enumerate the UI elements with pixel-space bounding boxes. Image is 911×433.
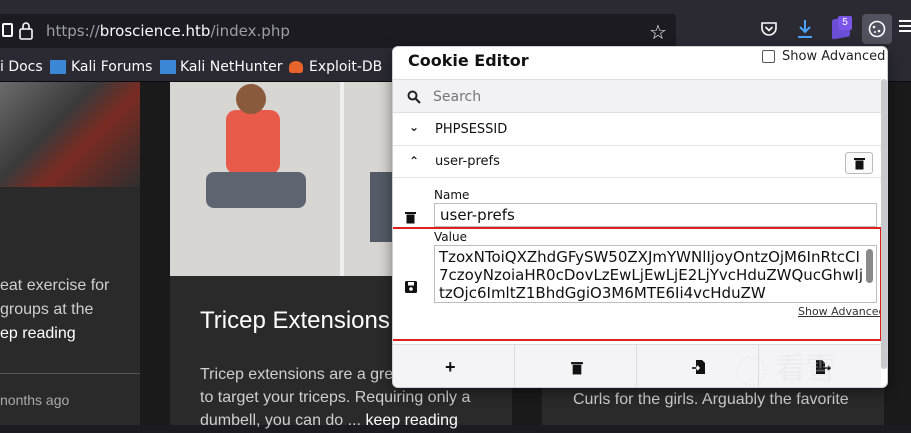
cookie-name: user-prefs [435,154,500,169]
card-line-2: to target your triceps. Requiring only a [200,389,471,406]
keep-reading-link[interactable]: keep reading [365,412,458,429]
extension-badge: 5 [838,16,852,30]
add-cookie-button[interactable]: + [393,345,515,387]
cookie-editor-toolbar-button[interactable] [862,14,892,44]
bookmark-star-icon[interactable]: ☆ [649,20,667,45]
chevron-down-icon: ⌄ [409,120,420,134]
cookie-icon [868,20,886,38]
card-line-3: dumbell, you can do ... keep reading [200,412,458,429]
bookmark-kali-forums[interactable]: Kali Forums [71,52,152,82]
chevron-up-icon: ⌃ [409,154,420,168]
browser-toolbar: https://broscience.htb/index.php ☆ 5 [0,0,911,52]
exploit-db-icon [289,61,303,73]
search-input[interactable] [433,86,853,108]
bookmark-exploit-db[interactable]: Exploit-DB [309,52,382,82]
left-card: eat exercise for groups at the ep readin… [0,82,140,425]
keep-reading-link[interactable]: ep reading [0,322,76,346]
name-label: Name [434,188,470,202]
gym-photo [0,82,140,187]
lock-icon[interactable] [18,14,36,48]
watermark: 看雪 [736,344,836,388]
page-info-icon[interactable] [2,23,13,37]
kali-dragon-icon [50,60,66,74]
left-card-text-2: groups at the [0,301,94,318]
kali-dragon-icon [160,60,176,74]
cookie-editor-popup: Cookie Editor Show Advanced ⌄ PHPSESSID … [392,46,888,388]
search-icon [407,90,421,104]
name-input[interactable] [434,203,877,227]
watermark-text: 看雪 [775,352,836,387]
trash-icon [854,158,865,170]
show-advanced-label[interactable]: Show Advanced [782,49,885,64]
card-title: Tricep Extensions [200,307,390,334]
plus-icon: + [445,357,456,377]
show-advanced-checkbox[interactable] [762,50,775,63]
bookmark-docs[interactable]: i Docs [0,52,43,82]
highlight-frame [393,227,882,341]
image-divider [340,82,344,276]
address-bar[interactable]: https://broscience.htb/index.php ☆ [0,14,676,48]
trash-icon[interactable] [405,211,416,224]
search-row [393,79,881,113]
delete-cookie-button[interactable] [845,152,873,174]
shirt-shape [226,110,280,174]
popup-scrollbar[interactable] [881,79,887,369]
bookmark-kali-nethunter[interactable]: Kali NetHunter [180,52,282,82]
shorts-shape [206,172,306,208]
trash-icon [571,362,583,375]
divider [0,373,140,374]
snowflake-icon [736,355,766,386]
cookie-name: PHPSESSID [435,122,508,137]
left-card-text-1: eat exercise for [0,277,110,294]
menu-icon[interactable] [899,20,911,22]
popup-title: Cookie Editor [408,51,529,70]
cookie-row-phpsessid[interactable]: ⌄ PHPSESSID [393,114,881,146]
cookie-row-user-prefs[interactable]: ⌃ user-prefs [393,146,881,178]
head-shape [236,84,266,114]
url-text: https://broscience.htb/index.php [46,22,290,40]
pocket-icon[interactable] [760,20,778,43]
curls-text: Curls for the girls. Arguably the favori… [573,391,849,408]
post-time: nonths ago [0,392,70,408]
card-line-1: Tricep extensions are a gre [200,366,394,383]
import-icon [692,360,705,374]
download-icon[interactable] [796,18,814,45]
second-figure [370,172,392,242]
delete-all-button[interactable] [515,345,637,387]
